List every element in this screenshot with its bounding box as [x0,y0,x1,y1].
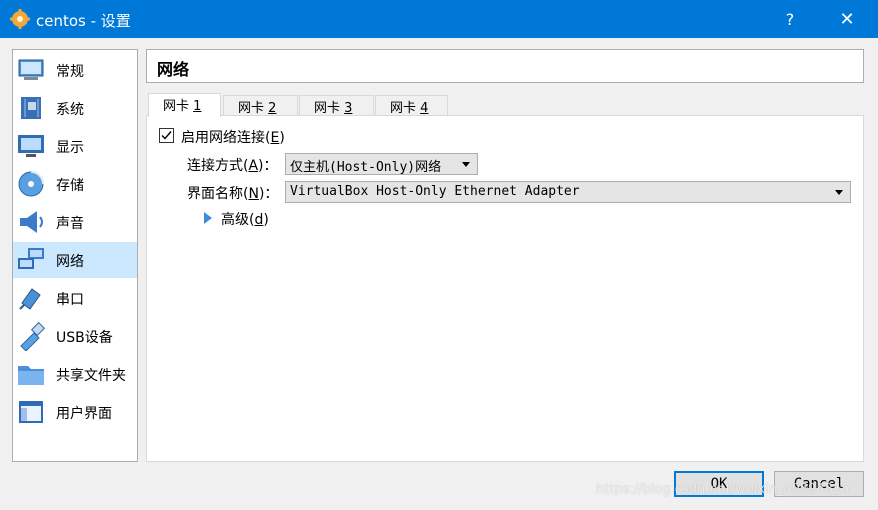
attached-to-label: 连接方式(A)： [187,158,278,174]
shared-folder-icon [18,366,44,385]
sidebar-item-user-interface[interactable]: 用户界面 [13,394,137,430]
settings-category-list: 常规 系统 显示 存储 声音 网络 串口 USB设备 共享文件夹 用户界面 [12,49,138,462]
sidebar-item-label: 用户界面 [56,406,112,422]
tab-adapter-4[interactable]: 网卡 4 [375,95,448,116]
network-icon [18,248,44,269]
serial-port-icon [19,288,41,310]
sidebar-item-label: 共享文件夹 [56,368,126,384]
attached-to-value: 仅主机(Host-Only)网络 [290,160,442,175]
chevron-down-icon [835,190,843,195]
attached-to-select[interactable]: 仅主机(Host-Only)网络 [285,153,478,175]
sidebar-item-usb[interactable]: USB设备 [13,318,137,354]
sidebar-item-label: USB设备 [56,330,113,346]
sidebar-item-label: 常规 [56,64,84,80]
close-button[interactable]: ✕ [822,0,872,38]
adapter-name-value: VirtualBox Host-Only Ethernet Adapter [290,184,580,199]
enable-adapter-checkbox[interactable] [159,128,174,143]
general-icon [18,59,44,80]
tab-adapter-3[interactable]: 网卡 3 [299,95,374,116]
window-title: centos - 设置 [36,12,131,30]
sidebar-item-display[interactable]: 显示 [13,128,137,164]
user-interface-icon [19,401,43,423]
sidebar-item-audio[interactable]: 声音 [13,204,137,240]
adapter-name-select[interactable]: VirtualBox Host-Only Ethernet Adapter [285,181,851,203]
checkmark-icon [161,131,172,140]
title-bar: centos - 设置 ? ✕ [0,0,878,38]
help-button[interactable]: ? [765,0,815,38]
page-title: 网络 [157,60,190,79]
sidebar-item-label: 显示 [56,140,84,156]
sidebar-item-label: 声音 [56,216,84,232]
advanced-toggle[interactable]: 高级(d) [221,209,269,229]
display-icon [18,135,44,157]
expand-arrow-icon[interactable] [204,212,212,224]
sidebar-item-shared-folders[interactable]: 共享文件夹 [13,356,137,392]
audio-icon [20,211,43,233]
sidebar-item-serial-ports[interactable]: 串口 [13,280,137,316]
sidebar-item-storage[interactable]: 存储 [13,166,137,202]
tab-adapter-2[interactable]: 网卡 2 [223,95,298,116]
tab-adapter-1[interactable]: 网卡 1 [148,93,221,117]
sidebar-item-label: 存储 [56,178,84,194]
page-header: 网络 [146,49,864,83]
sidebar-item-general[interactable]: 常规 [13,52,137,88]
sidebar-item-label: 串口 [56,292,84,308]
virtualbox-gear-icon [10,9,30,29]
usb-icon [20,321,46,351]
enable-adapter-label: 启用网络连接(E) [181,130,285,146]
chevron-down-icon [462,162,470,167]
adapter-name-label: 界面名称(N)： [187,186,279,202]
sidebar-item-label: 系统 [56,102,84,118]
sidebar-item-network[interactable]: 网络 [13,242,137,278]
system-icon [21,97,41,119]
storage-icon [18,171,44,197]
sidebar-item-label: 网络 [56,254,84,270]
watermark-text: https://blog.csdn.net/weixin_40594815 [596,482,850,497]
sidebar-item-system[interactable]: 系统 [13,90,137,126]
